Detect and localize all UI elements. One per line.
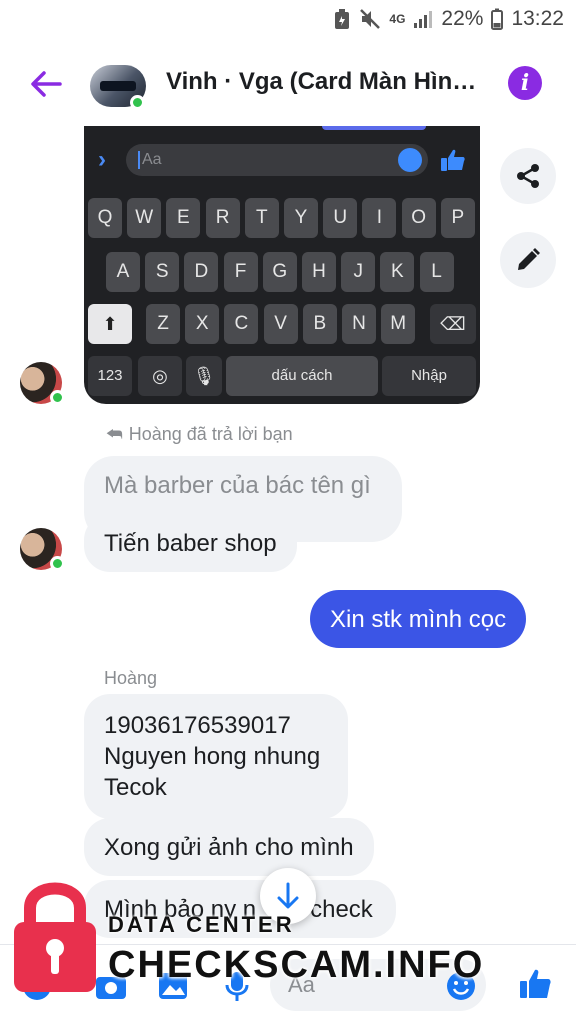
outgoing-message-bubble[interactable]: Xin stk mình cọc [310, 590, 527, 648]
key-u: U [323, 198, 358, 238]
key-z: Z [146, 304, 180, 344]
status-bar: 4G 22% 13:22 [0, 0, 576, 40]
shift-key: ⬆ [88, 304, 132, 344]
message-bubble[interactable]: Xong gửi ảnh cho mình [84, 818, 374, 876]
key-l: L [419, 252, 454, 292]
thumbs-up-icon [441, 149, 465, 171]
message-line: 19036176539017 [104, 712, 291, 739]
key-o: O [401, 198, 436, 238]
share-icon [517, 164, 539, 188]
thumbs-up-icon[interactable] [518, 967, 552, 1001]
key-f: F [223, 252, 258, 292]
key-s: S [145, 252, 180, 292]
key-p: P [440, 198, 475, 238]
message-line: Nguyen hong nhung [104, 743, 321, 770]
key-m: M [381, 304, 416, 344]
key-r: R [205, 198, 240, 238]
battery-percent: 22% [441, 7, 484, 30]
lock-icon [14, 882, 96, 992]
enter-key: Nhập [382, 356, 476, 396]
clock: 13:22 [511, 7, 564, 30]
edit-button[interactable] [500, 232, 556, 288]
conversation-header: Vinh · Vga (Card Màn Hìn… i [0, 50, 576, 120]
watermark-title: CHECKSCAM.INFO [108, 944, 485, 986]
key-e: E [166, 198, 201, 238]
key-q: Q [88, 198, 122, 238]
key-k: K [380, 252, 415, 292]
key-123: 123 [88, 356, 132, 396]
message-line: Tecok [104, 774, 167, 801]
key-g: G [262, 252, 297, 292]
mute-icon [360, 9, 381, 29]
globe-key: ◎ [138, 356, 182, 396]
network-label: 4G [389, 12, 406, 26]
sender-name: Hoàng [104, 668, 158, 688]
kb-message-field: Aa [126, 144, 428, 176]
battery-saver-icon [335, 9, 350, 29]
key-t: T [244, 198, 279, 238]
key-j: J [341, 252, 376, 292]
online-indicator [50, 390, 65, 405]
share-button[interactable] [500, 148, 556, 204]
key-w: W [127, 198, 162, 238]
back-button[interactable] [26, 64, 66, 104]
mic-key: 🎙 [186, 356, 222, 396]
key-n: N [342, 304, 376, 344]
key-x: X [185, 304, 220, 344]
emoji-icon [398, 148, 422, 172]
message-bubble[interactable]: Tiến baber shop [84, 514, 297, 572]
online-indicator [130, 95, 145, 110]
key-d: D [184, 252, 219, 292]
watermark-subtitle: DATA CENTER [108, 912, 295, 937]
online-indicator [50, 556, 65, 571]
message-bubble[interactable]: 19036176539017 Nguyen hong nhung Tecok [84, 694, 348, 819]
key-c: C [224, 304, 259, 344]
key-b: B [302, 304, 337, 344]
battery-icon [491, 8, 504, 30]
kb-input-row: › Aa [84, 140, 480, 180]
reply-indicator: ⮪ Hoàng đã trả lời bạn [106, 424, 293, 444]
shared-image[interactable]: › Aa Q W E R T Y U I O P A S D F G H J K L ⬆ Z X C V B N M ⌫ 123 ◎ 🎙 dấ… [84, 126, 480, 404]
reply-arrow-icon: ⮪ [106, 424, 123, 444]
info-icon[interactable]: i [508, 66, 542, 100]
key-y: Y [284, 198, 318, 238]
backspace-key: ⌫ [430, 304, 476, 344]
conversation-title[interactable]: Vinh · Vga (Card Màn Hìn… [166, 68, 486, 96]
key-i: I [362, 198, 397, 238]
pencil-icon [518, 248, 540, 270]
chevron-right-icon: › [98, 146, 106, 173]
arrow-left-icon [31, 71, 62, 97]
key-v: V [263, 304, 298, 344]
status-icons: 4G 22% 13:22 [333, 7, 564, 31]
key-a: A [106, 252, 140, 292]
key-h: H [302, 252, 336, 292]
signal-icon [414, 11, 433, 28]
space-key: dấu cách [226, 356, 378, 396]
